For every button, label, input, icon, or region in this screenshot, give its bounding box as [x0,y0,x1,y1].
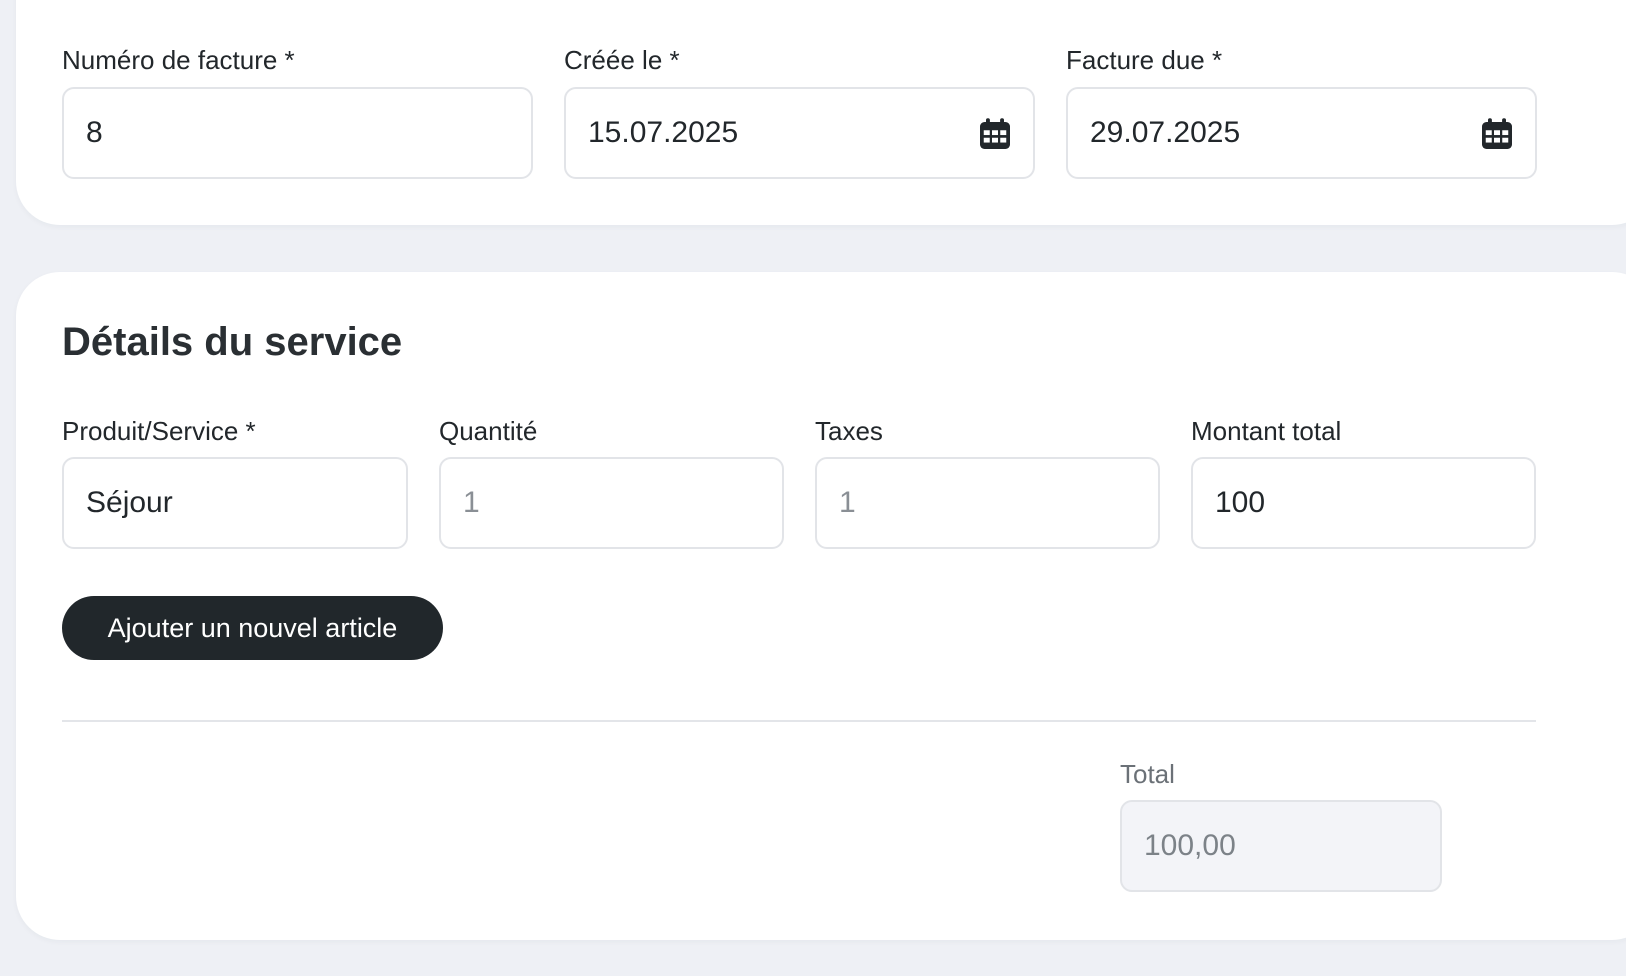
service-section-title: Détails du service [62,320,403,364]
taxes-input[interactable]: 1 [815,457,1160,549]
divider [62,720,1536,722]
invoice-number-label: Numéro de facture * [62,45,295,75]
product-label: Produit/Service * [62,416,256,446]
invoice-number-value: 8 [86,116,103,149]
due-date-input[interactable]: 29.07.2025 [1066,87,1537,179]
invoice-number-input[interactable]: 8 [62,87,533,179]
due-date-label: Facture due * [1066,45,1223,75]
calendar-icon[interactable] [1479,116,1515,152]
quantity-label: Quantité [439,416,538,446]
product-value: Séjour [86,486,173,519]
created-date-value: 15.07.2025 [588,116,739,149]
total-value: 100,00 [1144,829,1236,862]
amount-label: Montant total [1191,416,1342,446]
created-date-input[interactable]: 15.07.2025 [564,87,1035,179]
add-item-button[interactable]: Ajouter un nouvel article [62,596,443,660]
amount-input[interactable]: 100 [1191,457,1536,549]
quantity-input[interactable]: 1 [439,457,784,549]
taxes-placeholder: 1 [839,486,856,519]
taxes-label: Taxes [815,416,883,446]
calendar-icon[interactable] [977,116,1013,152]
total-field: 100,00 [1120,800,1442,892]
created-date-label: Créée le * [564,45,680,75]
due-date-value: 29.07.2025 [1090,116,1241,149]
quantity-placeholder: 1 [463,486,480,519]
product-input[interactable]: Séjour [62,457,408,549]
total-label: Total [1120,759,1175,789]
amount-value: 100 [1215,486,1266,519]
